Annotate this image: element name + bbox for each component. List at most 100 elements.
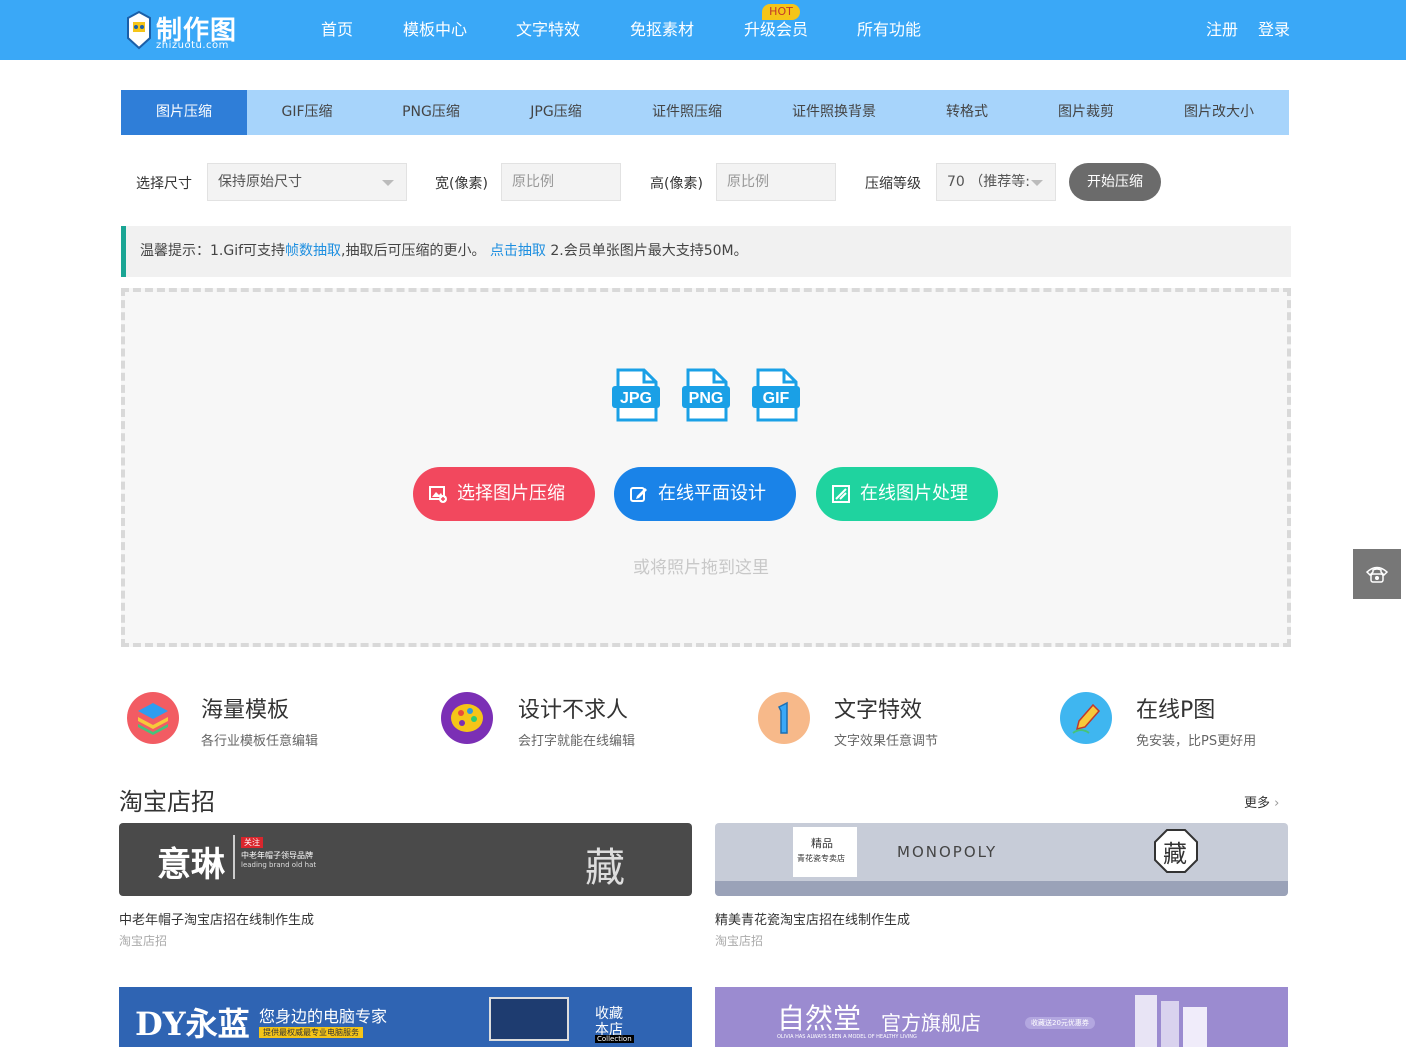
number-one-icon — [758, 692, 810, 744]
feature-sub-text-effects: 文字效果任意调节 — [834, 734, 939, 749]
png-file-icon: PNG — [682, 368, 730, 422]
contact-side-button[interactable] — [1353, 549, 1401, 599]
nav-text-effects[interactable]: 文字特效 — [516, 0, 580, 60]
banner2-main: DY永蓝 — [135, 1005, 250, 1043]
banner3-sub: OLIVIA HAS ALWAYS SEEN A MODEL OF HEALTH… — [777, 1034, 917, 1040]
banner-stamp: 藏 — [585, 845, 625, 891]
layers-icon — [127, 692, 179, 744]
tool-tabs: 图片压缩 GIF压缩 PNG压缩 JPG压缩 证件照压缩 证件照换背景 转格式 … — [121, 90, 1289, 135]
banner2-side3: Collection — [595, 1035, 634, 1043]
banner-brand: MONOPOLY — [897, 843, 998, 861]
height-input[interactable]: 原比例 — [716, 163, 836, 201]
banner-box-text2: 青花瓷专卖店 — [797, 854, 845, 863]
chevron-right-icon: › — [1274, 796, 1280, 811]
image-edit-icon — [832, 485, 850, 503]
hot-badge: HOT — [762, 4, 800, 20]
select-image-compress-button[interactable]: 选择图片压缩 — [413, 467, 595, 521]
click-extract-link[interactable]: 点击抽取 — [490, 243, 546, 259]
feature-sub-online-p: 免安装，比PS更好用 — [1136, 734, 1257, 749]
tab-image-compress[interactable]: 图片压缩 — [121, 90, 247, 135]
banner-line1: 中老年帽子领导品牌 — [241, 851, 313, 860]
gif-file-label: GIF — [763, 390, 790, 407]
frame-extract-link[interactable]: 帧数抽取 — [285, 243, 341, 259]
product-bottle-2 — [1161, 1001, 1179, 1047]
online-image-process-label: 在线图片处理 — [860, 483, 968, 504]
register-link[interactable]: 注册 — [1206, 0, 1238, 60]
logo-icon — [127, 10, 151, 50]
card-title-porcelain-shop[interactable]: 精美青花瓷淘宝店招在线制作生成 — [715, 909, 910, 928]
section-title: 淘宝店招 — [119, 788, 215, 816]
logo-domain: zhizuotu.com — [156, 40, 229, 51]
png-file-label: PNG — [689, 390, 724, 407]
size-select[interactable]: 保持原始尺寸 — [207, 163, 407, 201]
banner3-slogan: 官方旗舰店 — [881, 1011, 981, 1035]
start-compress-button[interactable]: 开始压缩 — [1069, 163, 1161, 201]
card-category: 淘宝店招 — [119, 934, 168, 948]
banner-main-text: 意琳 — [157, 845, 225, 885]
tip-bar: 温馨提示：1.Gif可支持帧数抽取,抽取后可压缩的更小。 点击抽取 2.会员单张… — [121, 226, 1291, 277]
card-banner-computer-shop[interactable]: DY永蓝 您身边的电脑专家 提供最权威最专业电脑服务 收藏 本店 Collect… — [119, 987, 692, 1047]
feature-title-text-effects: 文字特效 — [834, 698, 923, 723]
banner-follow-badge: 关注 — [241, 837, 263, 848]
tab-jpg-compress[interactable]: JPG压缩 — [495, 90, 617, 135]
banner-divider — [233, 835, 235, 879]
tip-prefix: 温馨提示：1.Gif可支持 — [140, 243, 286, 259]
image-add-icon — [429, 486, 447, 503]
tab-image-resize[interactable]: 图片改大小 — [1149, 90, 1289, 135]
tab-png-compress[interactable]: PNG压缩 — [367, 90, 495, 135]
feature-title-online-p: 在线P图 — [1136, 698, 1216, 723]
product-bottle-3 — [1183, 1007, 1207, 1047]
palette-icon — [441, 692, 493, 744]
level-select[interactable]: 70 （推荐等: — [936, 163, 1056, 201]
feature-sub-templates: 各行业模板任意编辑 — [201, 734, 319, 749]
tip-middle: ,抽取后可压缩的更小。 — [341, 243, 490, 259]
tab-id-photo-background[interactable]: 证件照换背景 — [757, 90, 911, 135]
more-link[interactable]: 更多 › — [1244, 792, 1279, 811]
online-design-button[interactable]: 在线平面设计 — [614, 467, 796, 521]
size-select-value: 保持原始尺寸 — [218, 174, 302, 190]
banner-line2: leading brand old hat — [241, 861, 317, 869]
jpg-file-icon: JPG — [612, 368, 660, 422]
banner-bottom-strip — [715, 881, 1288, 896]
product-bottle-1 — [1135, 995, 1157, 1047]
level-label: 压缩等级 — [865, 176, 921, 192]
jpg-file-label: JPG — [620, 390, 652, 407]
chevron-down-icon — [1031, 180, 1043, 186]
online-image-process-button[interactable]: 在线图片处理 — [816, 467, 998, 521]
tab-id-photo-compress[interactable]: 证件照压缩 — [617, 90, 757, 135]
card-category-2: 淘宝店招 — [715, 934, 764, 948]
banner3-main: 自然堂 — [777, 1002, 862, 1035]
card-banner-cosmetics-shop[interactable]: 自然堂 官方旗舰店 OLIVIA HAS ALWAYS SEEN A MODEL… — [715, 987, 1288, 1047]
laptop-image — [489, 997, 569, 1041]
chevron-down-icon — [382, 180, 394, 186]
nav-all-features[interactable]: 所有功能 — [857, 0, 921, 60]
login-link[interactable]: 登录 — [1258, 0, 1290, 60]
feature-title-design: 设计不求人 — [518, 698, 629, 723]
banner2-slogan: 您身边的电脑专家 — [259, 1007, 388, 1026]
size-label: 选择尺寸 — [136, 176, 192, 192]
card-banner-porcelain-shop[interactable]: 精品 青花瓷专卖店 MONOPOLY 藏 — [715, 823, 1288, 896]
tab-gif-compress[interactable]: GIF压缩 — [247, 90, 367, 135]
drop-hint: 或将照片拖到这里 — [633, 558, 769, 578]
feature-title-templates: 海量模板 — [201, 698, 290, 723]
pencil-icon — [1060, 692, 1112, 744]
banner-box: 精品 青花瓷专卖店 — [793, 827, 857, 877]
feature-sub-design: 会打字就能在线编辑 — [518, 734, 636, 749]
select-image-compress-label: 选择图片压缩 — [457, 483, 565, 504]
nav-home[interactable]: 首页 — [321, 0, 353, 60]
tab-image-crop[interactable]: 图片裁剪 — [1023, 90, 1149, 135]
card-banner-hat-shop[interactable]: 意琳 关注 中老年帽子领导品牌 leading brand old hat 藏 — [119, 823, 692, 896]
gif-file-icon: GIF — [752, 368, 800, 422]
phone-icon — [1365, 566, 1389, 583]
top-header: 制作图 zhizuotu.com 首页 模板中心 文字特效 免抠素材 升级会员 … — [0, 0, 1406, 60]
nav-templates[interactable]: 模板中心 — [403, 0, 467, 60]
nav-free-materials[interactable]: 免抠素材 — [630, 0, 694, 60]
banner-box-text1: 精品 — [811, 837, 833, 850]
width-input[interactable]: 原比例 — [501, 163, 621, 201]
tab-convert-format[interactable]: 转格式 — [911, 90, 1023, 135]
banner3-coupon: 收藏送20元优惠券 — [1025, 1017, 1095, 1029]
height-label: 高(像素) — [650, 176, 703, 192]
site-logo[interactable]: 制作图 zhizuotu.com — [124, 10, 244, 52]
card-title-hat-shop[interactable]: 中老年帽子淘宝店招在线制作生成 — [119, 909, 314, 928]
banner-stamp-2: 藏 — [1163, 840, 1187, 868]
